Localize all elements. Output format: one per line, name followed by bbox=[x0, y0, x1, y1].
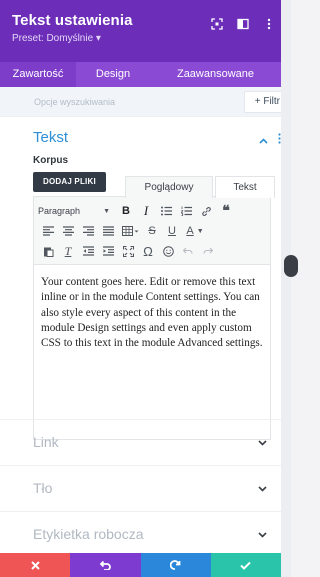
check-icon bbox=[240, 561, 252, 570]
canvas-handle[interactable] bbox=[284, 255, 298, 277]
undo-icon[interactable] bbox=[178, 242, 198, 260]
chevron-down-icon bbox=[258, 433, 267, 451]
tab-advanced[interactable]: Zaawansowane bbox=[150, 62, 281, 87]
paste-text-icon[interactable] bbox=[38, 242, 58, 260]
section-background[interactable]: Tło bbox=[0, 465, 281, 509]
filter-button[interactable]: + Filtr bbox=[243, 90, 281, 113]
bullet-list-icon[interactable] bbox=[156, 202, 176, 220]
editor-content[interactable]: Your content goes here. Edit or remove t… bbox=[34, 265, 270, 439]
section-text-actions bbox=[259, 131, 281, 149]
bold-icon[interactable]: B bbox=[116, 202, 136, 220]
body-field-label: Korpus bbox=[33, 155, 68, 166]
chevron-down-icon bbox=[258, 525, 267, 543]
add-media-button[interactable]: DODAJ PLIKI bbox=[33, 172, 106, 192]
redo-button[interactable] bbox=[140, 553, 211, 577]
section-link-title: Link bbox=[33, 433, 59, 450]
editor-toolbar: Paragraph ▼ B I ❝ S U A ▼ T Ω bbox=[34, 197, 270, 265]
special-character-icon[interactable]: Ω bbox=[138, 242, 158, 260]
search-bar: Opcje wyszukiwania + Filtr bbox=[0, 87, 281, 117]
tab-text-mode[interactable]: Tekst bbox=[215, 176, 275, 198]
text-color-icon[interactable]: A ▼ bbox=[182, 222, 208, 240]
italic-icon[interactable]: I bbox=[136, 202, 156, 220]
cancel-button[interactable] bbox=[0, 553, 71, 577]
numbered-list-icon[interactable] bbox=[176, 202, 196, 220]
expand-icon[interactable] bbox=[211, 18, 223, 30]
editor-top-bar: DODAJ PLIKI Poglądowy Tekst bbox=[33, 172, 281, 198]
section-text-title[interactable]: Tekst bbox=[33, 117, 281, 155]
align-center-icon[interactable] bbox=[58, 222, 78, 240]
indent-icon[interactable] bbox=[98, 242, 118, 260]
sidebar-toggle-icon[interactable] bbox=[237, 18, 249, 30]
redo-icon[interactable] bbox=[198, 242, 218, 260]
section-link[interactable]: Link bbox=[0, 419, 281, 463]
format-select[interactable]: Paragraph ▼ bbox=[38, 202, 116, 220]
chevron-down-icon bbox=[258, 479, 267, 497]
undo-button[interactable] bbox=[70, 553, 141, 577]
undo-icon bbox=[99, 560, 111, 570]
settings-modal: Tekst ustawienia Preset: Domyślnie ▾ Zaw… bbox=[0, 0, 281, 577]
builder-canvas-edge bbox=[281, 0, 291, 577]
table-icon[interactable] bbox=[118, 222, 142, 240]
align-left-icon[interactable] bbox=[38, 222, 58, 240]
tab-visual-mode[interactable]: Poglądowy bbox=[125, 176, 213, 198]
chevron-up-icon[interactable] bbox=[259, 131, 268, 149]
outdent-icon[interactable] bbox=[78, 242, 98, 260]
section-text: Tekst Korpus DODAJ PLIKI Poglądowy Tekst… bbox=[0, 117, 281, 440]
align-justify-icon[interactable] bbox=[98, 222, 118, 240]
align-right-icon[interactable] bbox=[78, 222, 98, 240]
tab-design[interactable]: Design bbox=[76, 62, 150, 87]
blockquote-icon[interactable]: ❝ bbox=[216, 202, 236, 220]
modal-footer bbox=[0, 553, 281, 577]
chevron-down-icon: ▼ bbox=[103, 207, 110, 215]
format-select-value: Paragraph bbox=[38, 206, 81, 216]
section-admin-label-title: Etykietka robocza bbox=[33, 525, 144, 542]
search-input[interactable]: Opcje wyszukiwania bbox=[34, 97, 115, 107]
clear-formatting-icon[interactable]: T bbox=[58, 242, 78, 260]
settings-tabs: Zawartość Design Zaawansowane bbox=[0, 62, 281, 87]
save-button[interactable] bbox=[210, 553, 281, 577]
strikethrough-icon[interactable]: S bbox=[142, 222, 162, 240]
header-actions bbox=[211, 18, 275, 30]
modal-header: Tekst ustawienia Preset: Domyślnie ▾ bbox=[0, 0, 281, 62]
tab-content[interactable]: Zawartość bbox=[0, 62, 76, 87]
more-vertical-icon[interactable] bbox=[278, 131, 281, 149]
preset-selector[interactable]: Preset: Domyślnie ▾ bbox=[12, 33, 281, 44]
underline-icon[interactable]: U bbox=[162, 222, 182, 240]
fullscreen-icon[interactable] bbox=[118, 242, 138, 260]
section-background-title: Tło bbox=[33, 479, 53, 496]
close-icon bbox=[30, 560, 40, 570]
more-vertical-icon[interactable] bbox=[263, 18, 275, 30]
link-icon[interactable] bbox=[196, 202, 216, 220]
redo-icon bbox=[170, 560, 181, 570]
emoji-icon[interactable] bbox=[158, 242, 178, 260]
rich-text-editor: Paragraph ▼ B I ❝ S U A ▼ T Ω Your conte… bbox=[33, 196, 271, 440]
section-admin-label[interactable]: Etykietka robocza bbox=[0, 511, 281, 555]
